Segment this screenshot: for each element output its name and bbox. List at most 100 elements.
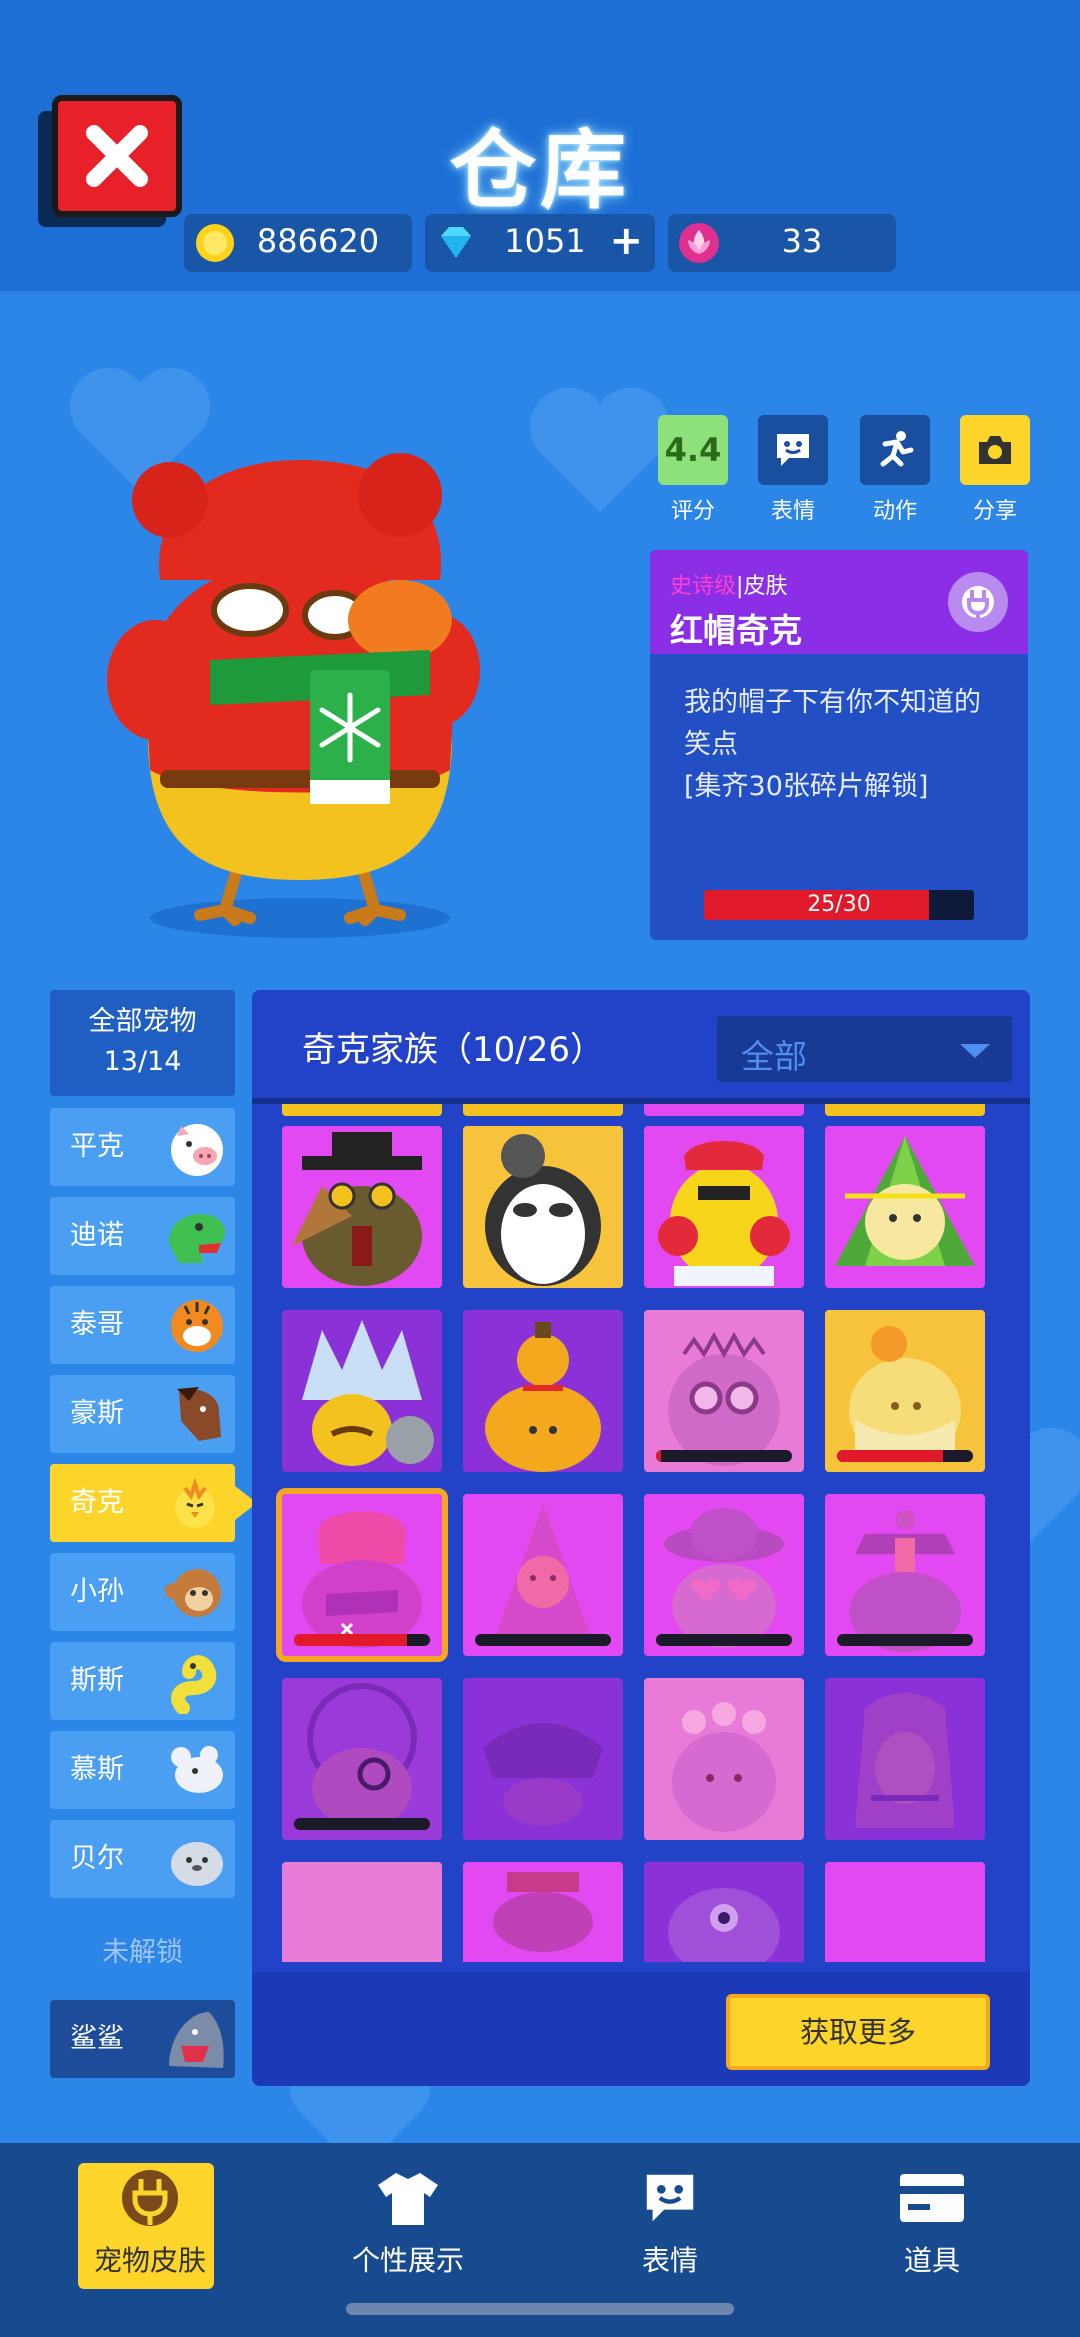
- pet-item-shasha[interactable]: 鲨鲨: [50, 2000, 235, 2078]
- pet-item-xiaosun[interactable]: 小孙: [50, 1553, 235, 1631]
- tile-progress: [294, 1634, 430, 1646]
- family-title: 奇克家族（10/26）: [302, 1030, 604, 1070]
- skin-tile-chef[interactable]: [825, 1862, 985, 1962]
- pet-item-taige[interactable]: 泰哥: [50, 1286, 235, 1364]
- skin-tile[interactable]: [644, 1104, 804, 1116]
- page-title: 仓库: [450, 121, 630, 221]
- rating-button[interactable]: 4.4 评分: [658, 415, 728, 525]
- grid-header: 奇克家族（10/26） 全部: [252, 990, 1030, 1100]
- skin-grid[interactable]: [252, 1104, 1030, 1962]
- skin-tile-penguin[interactable]: [463, 1126, 623, 1288]
- skin-tile-flower-crown[interactable]: [644, 1678, 804, 1840]
- pet-item-musi[interactable]: 慕斯: [50, 1731, 235, 1809]
- pet-item-dinuo[interactable]: 迪诺: [50, 1197, 235, 1275]
- skin-tile-detective[interactable]: [282, 1678, 442, 1840]
- skin-tile-emperor[interactable]: [463, 1862, 623, 1962]
- diamond-counter: 1051 +: [425, 214, 655, 272]
- skin-tile-gourd[interactable]: [463, 1310, 623, 1472]
- skin-tile-ice-king[interactable]: [282, 1310, 442, 1472]
- tiger-icon: [171, 1300, 223, 1352]
- skin-tile-monster[interactable]: [644, 1862, 804, 1962]
- tab-showcase[interactable]: 个性展示: [328, 2163, 488, 2279]
- fragment-progress-bar: 25/30: [704, 890, 974, 920]
- skin-type: 皮肤: [743, 574, 788, 599]
- chick-character-illustration: [107, 453, 480, 938]
- emote-icon: [777, 434, 809, 466]
- tab-pet-skin[interactable]: 宠物皮肤: [70, 2163, 230, 2289]
- pet-skin-icon: [962, 586, 994, 620]
- tile-progress: [656, 1450, 792, 1462]
- chevron-down-icon: [960, 1044, 990, 1058]
- pet-category-list: 全部宠物 13/14 平克 迪诺 泰哥 豪斯 奇克 小孙 斯斯 慕斯 贝尔 未解…: [50, 990, 257, 2078]
- mouse-icon: [171, 1746, 223, 1793]
- rating-value: 4.4: [658, 415, 728, 485]
- skin-tile-locked[interactable]: [463, 1494, 623, 1656]
- top-bar: 仓库 886620 1051 + 33: [0, 0, 1080, 295]
- all-pets-count: 13/14: [103, 1046, 182, 1077]
- pet-label: 慕斯: [70, 1754, 124, 1785]
- share-button[interactable]: 分享: [960, 415, 1030, 525]
- skin-tile-cake[interactable]: [825, 1310, 985, 1472]
- running-icon: [880, 431, 914, 467]
- skin-tile-heart-glasses[interactable]: [644, 1494, 804, 1656]
- rating-label: 评分: [670, 499, 715, 524]
- flower-counter: 33: [668, 214, 896, 272]
- dino-icon: [169, 1214, 225, 1263]
- pet-label: 奇克: [70, 1487, 124, 1518]
- pet-label: 贝尔: [70, 1843, 124, 1874]
- pet-item-qike[interactable]: 奇克: [50, 1464, 257, 1542]
- shirt-icon: [378, 2173, 438, 2225]
- tab-label: 宠物皮肤: [93, 2244, 206, 2277]
- seal-icon: [171, 1842, 223, 1886]
- skin-tile-pharaoh[interactable]: [825, 1678, 985, 1840]
- camera-icon: [979, 436, 1011, 464]
- skin-tile[interactable]: [825, 1104, 985, 1116]
- pet-item-sisi[interactable]: 斯斯: [50, 1642, 235, 1720]
- locked-section-label: 未解锁: [102, 1937, 183, 1968]
- skin-tile[interactable]: [282, 1104, 442, 1116]
- progress-text: 25/30: [807, 892, 871, 917]
- pet-label: 鲨鲨: [70, 2023, 124, 2054]
- all-pets-label: 全部宠物: [88, 1006, 197, 1037]
- pet-skin-badge: [948, 572, 1008, 632]
- pet-item-pinke[interactable]: 平克: [50, 1108, 235, 1186]
- horse-icon: [177, 1387, 221, 1441]
- skin-tile-zongzi[interactable]: [825, 1126, 985, 1288]
- tab-items[interactable]: 道具: [852, 2163, 1012, 2279]
- tab-emote[interactable]: 表情: [590, 2163, 750, 2279]
- pet-skin-icon: [122, 2170, 178, 2226]
- skin-tile-goggles[interactable]: [644, 1310, 804, 1472]
- filter-value: 全部: [741, 1037, 807, 1076]
- skin-info-card: 史诗级|皮肤 红帽奇克 我的帽子下有你不知道的 笑点 [集齐30张碎片解锁] 2…: [650, 550, 1028, 940]
- pet-item-beier[interactable]: 贝尔: [50, 1820, 235, 1898]
- skin-tile-pirate[interactable]: [463, 1678, 623, 1840]
- skin-tile-qing-official[interactable]: [825, 1494, 985, 1656]
- share-label: 分享: [972, 499, 1017, 524]
- emote-icon: [646, 2174, 694, 2222]
- desc-line-2: 笑点: [684, 729, 738, 760]
- skin-tile-boxer[interactable]: [644, 1126, 804, 1288]
- pet-item-haosi[interactable]: 豪斯: [50, 1375, 235, 1453]
- emote-button[interactable]: 表情: [758, 415, 828, 525]
- tile-progress: [837, 1634, 973, 1646]
- pig-icon: [171, 1124, 223, 1176]
- home-indicator[interactable]: [346, 2303, 734, 2315]
- get-more-button[interactable]: 获取更多: [726, 1994, 990, 2070]
- pet-label: 斯斯: [70, 1665, 124, 1696]
- coin-value: 886620: [256, 222, 380, 260]
- emote-label: 表情: [770, 499, 815, 524]
- diamond-icon: [441, 227, 471, 258]
- add-diamond-button[interactable]: +: [609, 218, 643, 264]
- skin-rarity: 史诗级: [670, 574, 737, 599]
- action-button[interactable]: 动作: [860, 415, 930, 525]
- all-pets-button[interactable]: 全部宠物 13/14: [50, 990, 235, 1096]
- skin-tile-plague-doctor[interactable]: [282, 1126, 442, 1288]
- skin-tile-red-hat-selected[interactable]: [276, 1488, 448, 1662]
- desc-line-3: [集齐30张碎片解锁]: [684, 771, 929, 802]
- chick-icon: [175, 1477, 215, 1528]
- grid-footer: 获取更多: [252, 1972, 1030, 2086]
- filter-dropdown[interactable]: 全部: [717, 1016, 1012, 1082]
- skin-tile-curly[interactable]: [282, 1862, 442, 1962]
- diamond-value: 1051: [504, 222, 586, 260]
- skin-tile[interactable]: [463, 1104, 623, 1116]
